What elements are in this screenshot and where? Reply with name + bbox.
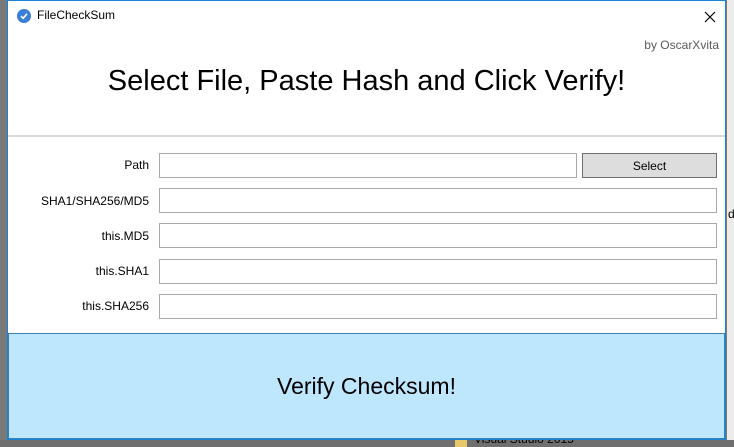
close-icon [704, 11, 716, 22]
verify-checksum-button[interactable]: Verify Checksum! [8, 333, 725, 439]
sha1-label: this.SHA1 [95, 264, 149, 278]
background-window-text: d [728, 207, 734, 221]
hash-input[interactable] [159, 188, 717, 213]
select-file-button[interactable]: Select [582, 153, 717, 178]
divider [8, 135, 725, 137]
md5-label: this.MD5 [101, 229, 149, 243]
sha256-output[interactable] [159, 294, 717, 319]
sha256-label: this.SHA256 [82, 299, 149, 313]
page-title: Select File, Paste Hash and Click Verify… [107, 65, 626, 97]
md5-output[interactable] [159, 223, 717, 248]
close-button[interactable] [695, 1, 725, 32]
path-label: Path [124, 158, 149, 172]
main-window: FileCheckSum by OscarXvita Select File, … [7, 0, 726, 440]
author-credit: by OscarXvita [644, 38, 719, 52]
sha1-output[interactable] [159, 259, 717, 284]
background-window [727, 0, 734, 447]
title-bar[interactable]: FileCheckSum [8, 1, 725, 32]
background-desktop [0, 440, 734, 447]
window-title: FileCheckSum [37, 8, 116, 22]
checkmark-badge-icon [17, 9, 31, 23]
path-input[interactable] [159, 153, 577, 178]
hash-label: SHA1/SHA256/MD5 [40, 194, 149, 208]
